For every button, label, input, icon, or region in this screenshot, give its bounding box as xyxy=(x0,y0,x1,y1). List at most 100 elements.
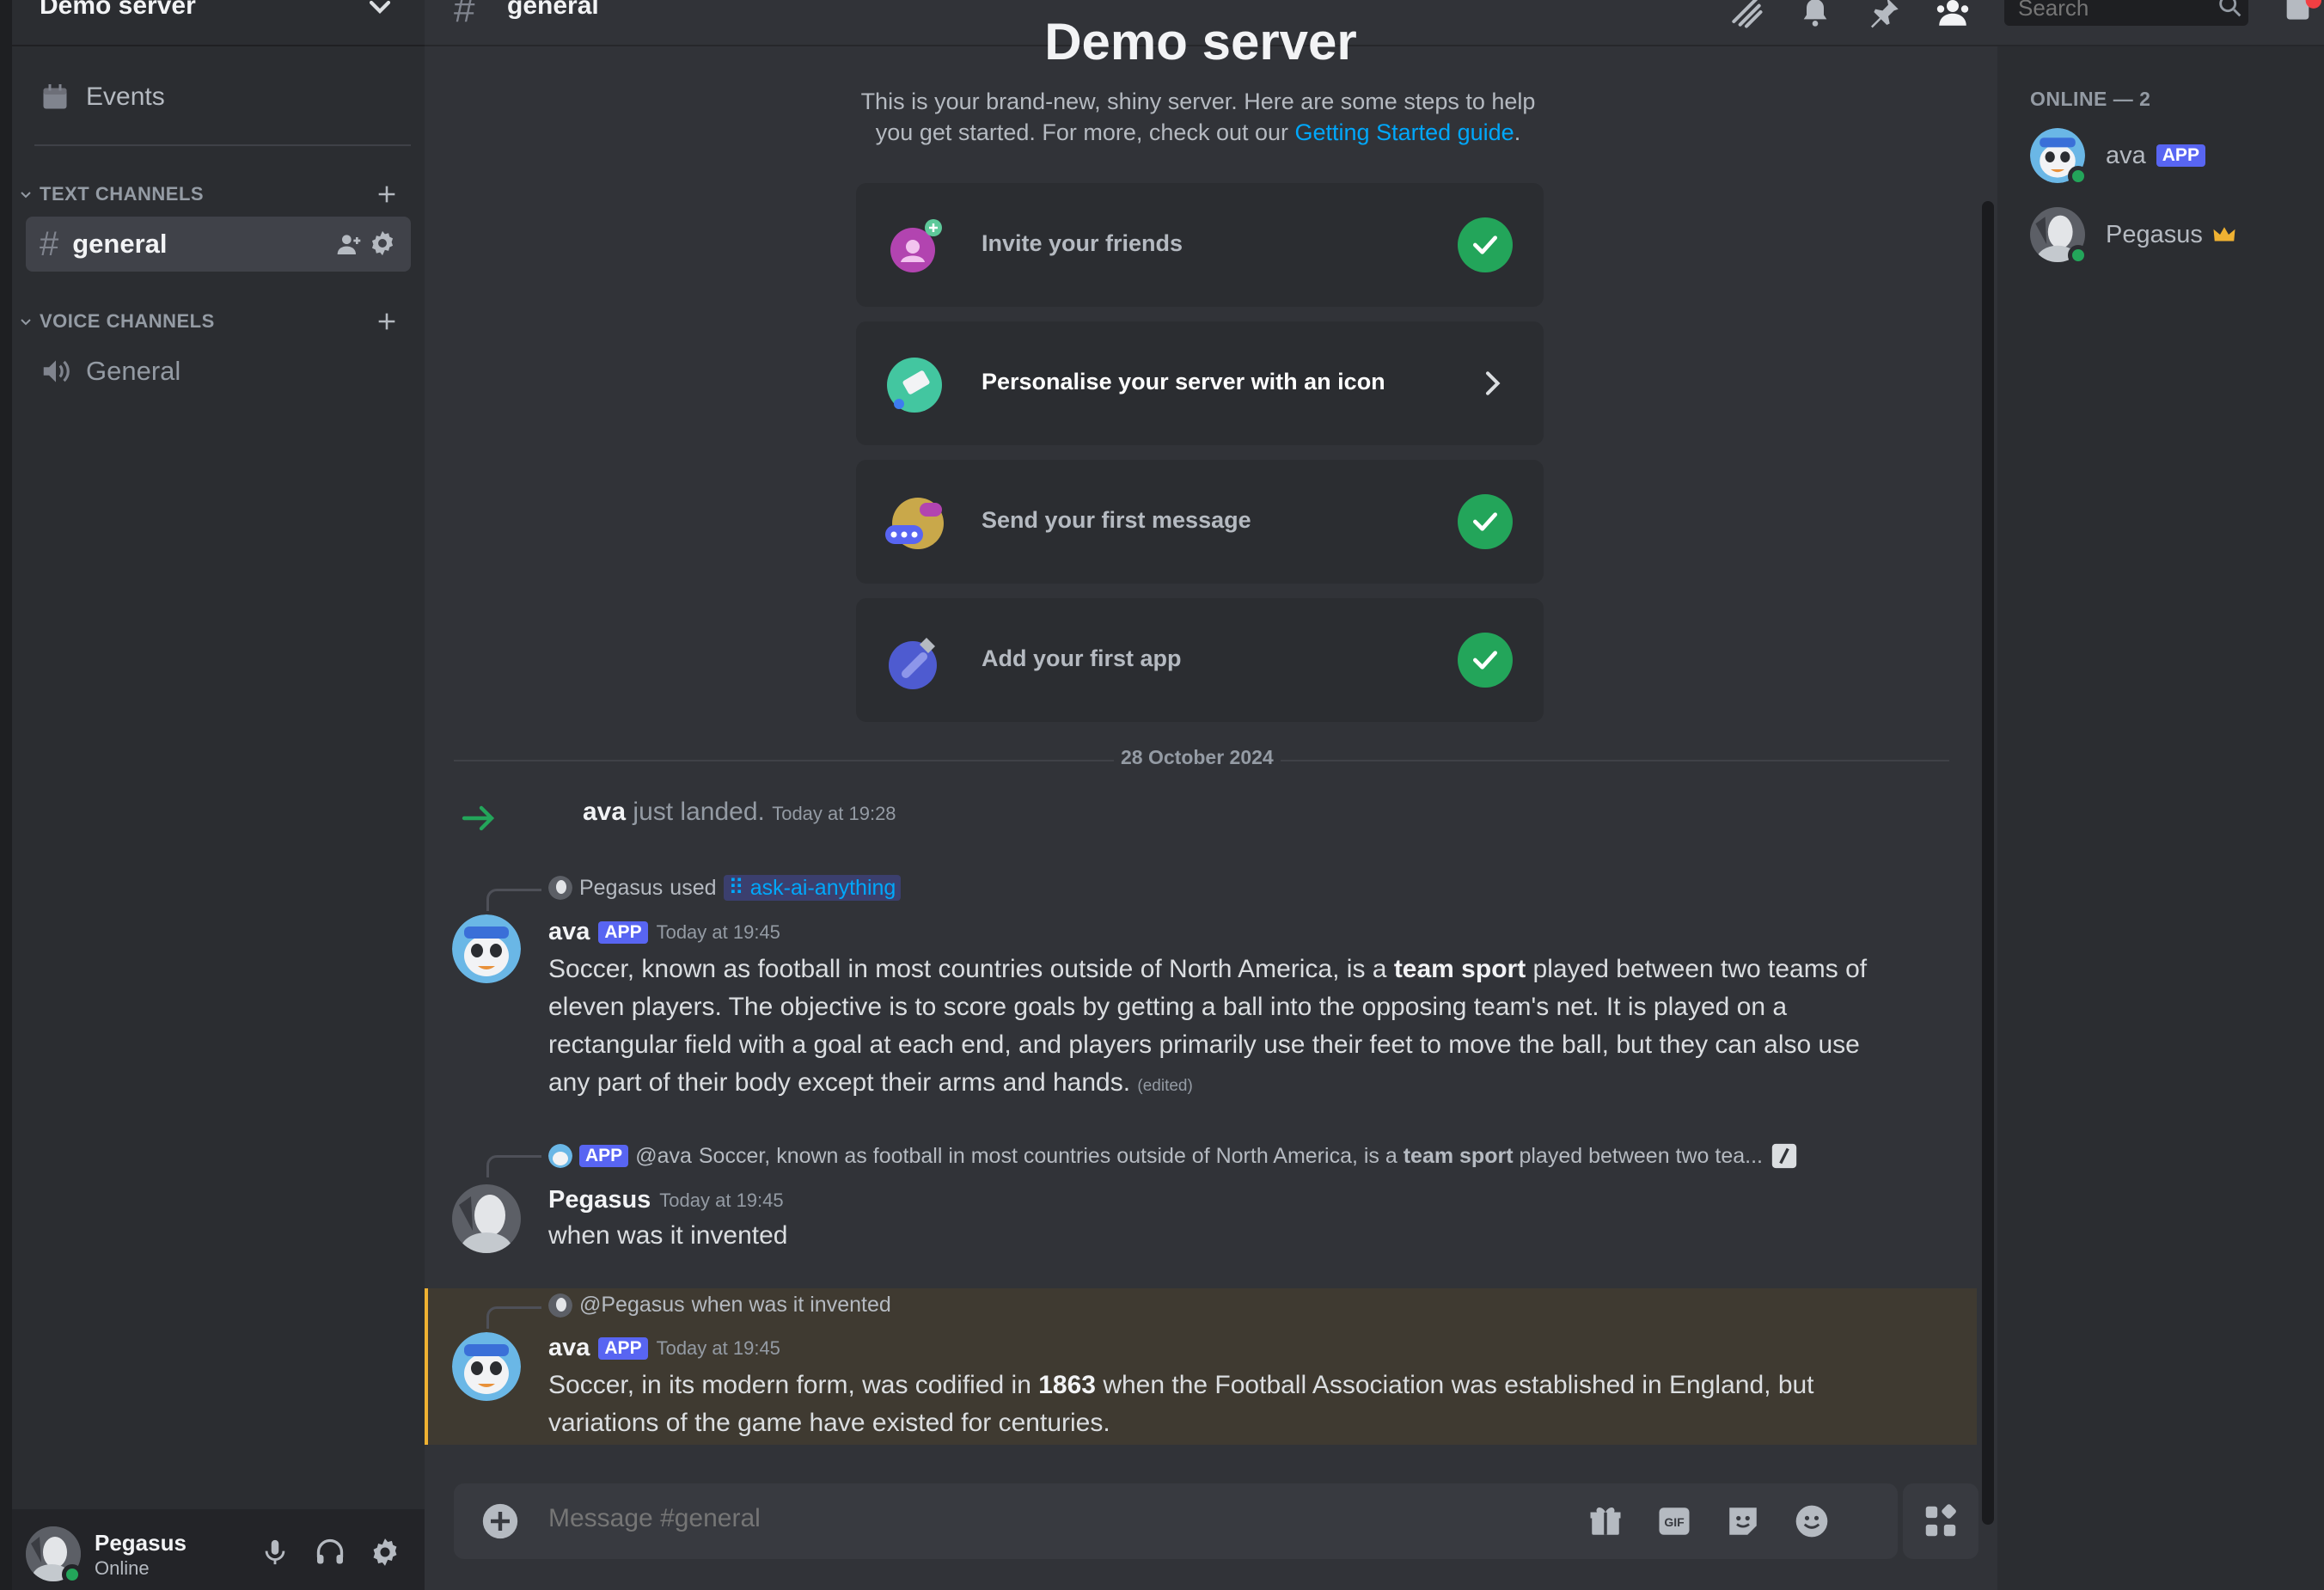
join-arrow-icon xyxy=(462,805,495,831)
server-name: Demo server xyxy=(40,0,196,20)
gear-icon[interactable] xyxy=(368,229,397,258)
message-header: ava APP Today at 19:45 xyxy=(548,918,780,946)
avatar[interactable] xyxy=(452,914,521,983)
bold-text: team sport xyxy=(1403,1143,1514,1168)
sidebar-item-voice-general[interactable]: General xyxy=(26,346,411,397)
task-label: Invite your friends xyxy=(982,230,1183,256)
message-content: when was it invented xyxy=(548,1221,788,1250)
message-author[interactable]: ava xyxy=(548,1334,590,1362)
online-status-dot xyxy=(2068,245,2089,266)
crown-icon xyxy=(2213,227,2235,242)
message-input[interactable] xyxy=(548,1504,1528,1533)
reply-mention: @ava xyxy=(635,1143,692,1168)
task-label: Send your first message xyxy=(982,507,1251,533)
mute-button[interactable] xyxy=(256,1533,294,1571)
speaker-icon xyxy=(43,360,70,382)
member-item-pegasus[interactable]: Pegasus xyxy=(2030,205,2314,273)
online-status-dot xyxy=(62,1564,83,1585)
user-settings-button[interactable] xyxy=(366,1533,404,1571)
server-header[interactable]: Demo server xyxy=(12,0,425,46)
reply-context[interactable]: APP @ava Soccer, known as football in mo… xyxy=(548,1141,1799,1171)
events-item[interactable]: Events xyxy=(26,72,411,122)
message-author[interactable]: Pegasus xyxy=(548,1186,651,1214)
create-text-channel-icon[interactable] xyxy=(375,182,399,206)
avatar[interactable] xyxy=(452,1184,521,1253)
avatar xyxy=(548,1144,572,1168)
apps-button[interactable] xyxy=(1903,1483,1978,1559)
voice-channels-category[interactable]: VOICE CHANNELS xyxy=(15,304,411,339)
chevron-down-icon xyxy=(21,192,31,199)
reply-text: Soccer, known as football in most countr… xyxy=(698,1143,1404,1168)
reply-connector xyxy=(486,1306,541,1329)
attach-plus-icon[interactable] xyxy=(481,1502,519,1540)
chevron-down-icon xyxy=(21,319,31,326)
sidebar-item-label: General xyxy=(86,356,181,386)
user-status: Online xyxy=(95,1557,150,1579)
sidebar-item-general[interactable]: # general xyxy=(26,217,411,272)
gif-button[interactable]: GIF xyxy=(1654,1501,1695,1542)
timestamp[interactable]: Today at 19:45 xyxy=(657,1337,780,1360)
avatar xyxy=(548,876,572,900)
user-panel: Pegasus Online xyxy=(12,1509,425,1590)
timestamp[interactable]: Today at 19:45 xyxy=(657,921,780,944)
deafen-button[interactable] xyxy=(311,1533,349,1571)
task-label: Personalise your server with an icon xyxy=(982,369,1385,394)
svg-text:GIF: GIF xyxy=(1664,1515,1685,1529)
create-invite-icon[interactable] xyxy=(335,230,363,258)
reply-text: when was it invented xyxy=(691,1293,891,1317)
reply-mention: @Pegasus xyxy=(579,1293,685,1317)
channel-sidebar: Demo server Events TEXT CHANNELS # gener… xyxy=(0,0,425,1590)
voice-channels-label: VOICE CHANNELS xyxy=(40,310,215,332)
avatar xyxy=(548,1293,572,1318)
task-first-message[interactable]: Send your first message xyxy=(856,460,1544,584)
emoji-button[interactable] xyxy=(1791,1501,1832,1542)
text-channels-category[interactable]: TEXT CHANNELS xyxy=(15,177,411,211)
text-channels-label: TEXT CHANNELS xyxy=(40,183,205,205)
command-reply-context[interactable]: Pegasus used ⠿ ask-ai-anything xyxy=(548,875,902,901)
getting-started-link[interactable]: Getting Started guide xyxy=(1295,119,1514,145)
slash-command-chip[interactable]: ⠿ ask-ai-anything xyxy=(723,875,902,901)
chevron-down-icon[interactable] xyxy=(363,0,397,24)
avatar xyxy=(2030,128,2089,187)
invite-friends-icon xyxy=(890,219,942,272)
microphone-icon xyxy=(265,1539,285,1565)
user-name[interactable]: Pegasus xyxy=(95,1530,187,1556)
member-name: ava xyxy=(2106,141,2146,169)
timestamp[interactable]: Today at 19:45 xyxy=(659,1189,783,1212)
welcome-text-end: . xyxy=(1514,119,1521,145)
members-heading: ONLINE — 2 xyxy=(2030,88,2151,110)
member-item-ava[interactable]: ava APP xyxy=(2030,125,2314,187)
date-label: 28 October 2024 xyxy=(1114,746,1281,769)
task-personalise-server[interactable]: Personalise your server with an icon xyxy=(856,321,1544,445)
gif-icon: GIF xyxy=(1659,1507,1690,1535)
join-username[interactable]: ava xyxy=(583,798,626,826)
create-voice-channel-icon[interactable] xyxy=(375,309,399,333)
gift-button[interactable] xyxy=(1585,1501,1626,1542)
inbox-icon[interactable] xyxy=(2281,0,2324,26)
task-first-app[interactable]: Add your first app xyxy=(856,598,1544,722)
member-name: Pegasus xyxy=(2106,220,2203,248)
search-input[interactable] xyxy=(2018,0,2207,21)
sidebar-divider xyxy=(34,144,411,146)
sticker-button[interactable] xyxy=(1722,1501,1764,1542)
events-label: Events xyxy=(86,83,165,111)
first-message-icon xyxy=(885,498,944,549)
message-content: Soccer, known as football in most countr… xyxy=(548,951,1889,1105)
task-invite-friends[interactable]: Invite your friends xyxy=(856,183,1544,307)
timestamp[interactable]: Today at 19:28 xyxy=(772,803,896,824)
message-header: ava APP Today at 19:45 xyxy=(548,1334,780,1362)
bold-text: 1863 xyxy=(1038,1371,1096,1399)
headphones-icon xyxy=(316,1538,344,1564)
online-status-dot xyxy=(2068,166,2089,187)
scrollbar[interactable] xyxy=(1982,201,1994,1525)
chat-area: Demo server This is your brand-new, shin… xyxy=(425,13,1997,1590)
message-author[interactable]: ava xyxy=(548,918,590,946)
checkmark-icon xyxy=(1458,494,1513,549)
sidebar-item-label: general xyxy=(72,229,168,259)
search-box[interactable] xyxy=(2004,0,2248,26)
reply-context[interactable]: @Pegasus when was it invented xyxy=(548,1293,891,1318)
slash-command-icon xyxy=(1771,1143,1797,1169)
avatar[interactable] xyxy=(452,1332,521,1401)
member-list: ONLINE — 2 ava APP Pegasus xyxy=(1997,46,2324,1590)
search-icon xyxy=(2219,0,2241,17)
